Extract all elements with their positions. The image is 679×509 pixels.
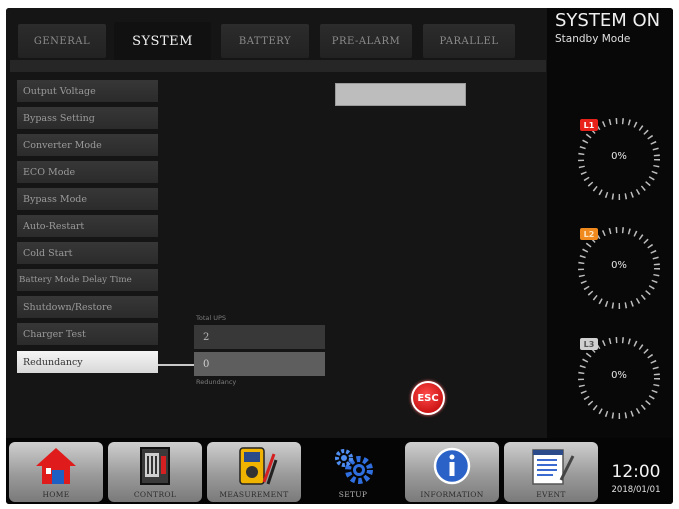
nav-home-label: HOME [42,490,70,499]
nav-measurement-button[interactable]: MEASUREMENT [207,442,301,502]
nav-information-button[interactable]: INFORMATION [405,442,499,502]
control-icon [140,447,170,485]
event-log-icon [532,449,575,485]
menu-item-charger-test[interactable]: Charger Test [17,323,158,345]
menu-item-auto-restart[interactable]: Auto-Restart [17,215,158,237]
tab-underline [10,60,546,72]
tab-pre-alarm[interactable]: PRE-ALARM [320,24,412,58]
connector-line [158,364,194,366]
multimeter-icon [239,447,278,485]
nav-event-label: EVENT [536,490,566,499]
system-mode: Standby Mode [555,33,631,45]
value-display-field [335,83,466,106]
home-icon [36,448,76,484]
nav-control-label: CONTROL [133,490,177,499]
redundancy-label: Redundancy [196,378,237,386]
tab-general[interactable]: GENERAL [18,24,106,58]
nav-setup-button[interactable]: SETUP [306,442,400,502]
nav-measurement-label: MEASUREMENT [219,490,289,499]
gauge-l1-value: 0% [611,151,627,162]
bottom-nav-bar: HOME CONTROL MEASUREMENT SETUP INFORMATI… [6,438,673,504]
info-icon [433,447,471,485]
menu-item-converter-mode[interactable]: Converter Mode [17,134,158,156]
nav-control-button[interactable]: CONTROL [108,442,202,502]
nav-setup-label: SETUP [338,490,368,499]
menu-item-redundancy[interactable]: Redundancy [17,351,158,373]
setup-panel: GENERAL SYSTEM BATTERY PRE-ALARM PARALLE… [6,8,547,438]
gears-icon [335,449,373,484]
esc-button[interactable]: ESC [411,381,445,415]
total-ups-label: Total UPS [196,314,227,322]
nav-event-button[interactable]: EVENT [504,442,598,502]
gauge-l2: L2 0% [561,224,661,312]
menu-item-eco-mode[interactable]: ECO Mode [17,161,158,183]
redundancy-field[interactable]: 0 [194,352,325,376]
gauge-l3-value: 0% [611,370,627,381]
menu-item-battery-mode-delay-time[interactable]: Battery Mode Delay Time [17,269,158,291]
menu-item-cold-start[interactable]: Cold Start [17,242,158,264]
menu-item-output-voltage[interactable]: Output Voltage [17,80,158,102]
clock-date: 2018/01/01 [611,485,661,495]
tab-bar: GENERAL SYSTEM BATTERY PRE-ALARM PARALLE… [10,22,546,72]
gauge-l3: L3 0% [561,334,661,422]
menu-item-bypass-setting[interactable]: Bypass Setting [17,107,158,129]
clock-time: 12:00 [611,462,661,482]
status-panel: SYSTEM ON Standby Mode L1 0% L2 0% L3 0% [547,8,673,438]
gauge-l2-value: 0% [611,260,627,271]
menu-item-shutdown-restore[interactable]: Shutdown/Restore [17,296,158,318]
tab-parallel[interactable]: PARALLEL [423,24,515,58]
ups-screen: GENERAL SYSTEM BATTERY PRE-ALARM PARALLE… [6,8,673,504]
nav-home-button[interactable]: HOME [9,442,103,502]
gauge-l3-badge: L3 [580,338,598,350]
menu-item-bypass-mode[interactable]: Bypass Mode [17,188,158,210]
gauge-l1-badge: L1 [580,119,598,131]
gauge-l1: L1 0% [561,115,661,203]
total-ups-field[interactable]: 2 [194,325,325,349]
system-status-title: SYSTEM ON [555,10,661,31]
gauge-l2-badge: L2 [580,228,598,240]
tab-battery[interactable]: BATTERY [221,24,309,58]
tab-system[interactable]: SYSTEM [114,22,211,60]
nav-information-label: INFORMATION [420,490,484,499]
